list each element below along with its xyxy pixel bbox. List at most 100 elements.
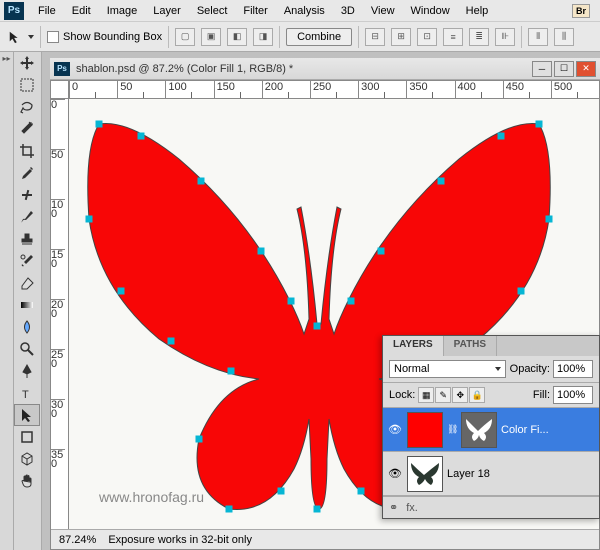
collapse-arrow-icon: ▸▸ bbox=[2, 54, 10, 63]
panel-collapse-bar[interactable]: ▸▸ bbox=[0, 52, 14, 550]
layer-row[interactable]: 👁 ⛓ Color Fi... bbox=[383, 408, 599, 452]
align-btn-6[interactable]: ⊪ bbox=[495, 28, 515, 46]
opacity-label: Opacity: bbox=[510, 363, 550, 375]
options-bar: Show Bounding Box ▢ ▣ ◧ ◨ Combine ⊟ ⊞ ⊡ … bbox=[0, 22, 600, 52]
divider bbox=[40, 26, 41, 48]
layers-panel: LAYERS PATHS Normal Opacity: 100% Lock: … bbox=[382, 335, 600, 519]
tool-move[interactable] bbox=[14, 52, 40, 74]
lock-pixels-icon[interactable]: ✎ bbox=[435, 387, 451, 403]
layers-footer: ⚭ fx. bbox=[383, 496, 599, 518]
tool-hand[interactable] bbox=[14, 470, 40, 492]
window-minimize-button[interactable]: ─ bbox=[532, 61, 552, 77]
layer-name[interactable]: Color Fi... bbox=[501, 424, 595, 436]
align-btn-3[interactable]: ⊡ bbox=[417, 28, 437, 46]
document-icon: Ps bbox=[54, 62, 70, 76]
dist-btn-1[interactable]: ⫴ bbox=[528, 28, 548, 46]
menu-layer[interactable]: Layer bbox=[145, 2, 189, 20]
align-btn-1[interactable]: ⊟ bbox=[365, 28, 385, 46]
watermark: www.hronofag.ru bbox=[99, 489, 204, 505]
opacity-input[interactable]: 100% bbox=[553, 360, 593, 378]
svg-text:T: T bbox=[22, 389, 29, 401]
fx-icon[interactable]: fx. bbox=[406, 502, 418, 514]
path-mode-btn-2[interactable]: ▣ bbox=[201, 28, 221, 46]
lock-transparency-icon[interactable]: ▦ bbox=[418, 387, 434, 403]
document-title: shablon.psd @ 87.2% (Color Fill 1, RGB/8… bbox=[76, 63, 532, 75]
fill-label: Fill: bbox=[533, 389, 550, 401]
window-close-button[interactable]: ✕ bbox=[576, 61, 596, 77]
link-layers-icon[interactable]: ⚭ bbox=[389, 501, 398, 514]
tool-heal[interactable] bbox=[14, 184, 40, 206]
path-mode-btn-1[interactable]: ▢ bbox=[175, 28, 195, 46]
checkbox-icon[interactable] bbox=[47, 31, 59, 43]
tool-preset-dropdown[interactable] bbox=[28, 35, 34, 39]
app-logo: Ps bbox=[4, 2, 24, 20]
align-btn-5[interactable]: ≣ bbox=[469, 28, 489, 46]
path-mode-btn-4[interactable]: ◨ bbox=[253, 28, 273, 46]
fill-input[interactable]: 100% bbox=[553, 386, 593, 404]
tool-history[interactable] bbox=[14, 250, 40, 272]
layer-name[interactable]: Layer 18 bbox=[447, 468, 595, 480]
tab-paths[interactable]: PATHS bbox=[444, 336, 497, 356]
visibility-toggle-icon[interactable]: 👁 bbox=[387, 466, 403, 482]
ruler-vertical[interactable]: 050100150200250300350 bbox=[51, 99, 69, 549]
visibility-toggle-icon[interactable]: 👁 bbox=[387, 422, 403, 438]
combine-button[interactable]: Combine bbox=[286, 28, 352, 46]
tool-brush[interactable] bbox=[14, 206, 40, 228]
tool-pen[interactable] bbox=[14, 360, 40, 382]
tool-gradient[interactable] bbox=[14, 294, 40, 316]
divider bbox=[521, 26, 522, 48]
menu-view[interactable]: View bbox=[363, 2, 403, 20]
bridge-button[interactable]: Br bbox=[572, 4, 590, 18]
lock-row: Lock: ▦ ✎ ✥ 🔒 Fill: 100% bbox=[383, 383, 599, 408]
layer-row[interactable]: 👁 Layer 18 bbox=[383, 452, 599, 496]
menu-image[interactable]: Image bbox=[99, 2, 146, 20]
mask-thumbnail[interactable] bbox=[461, 412, 497, 448]
document-titlebar[interactable]: Ps shablon.psd @ 87.2% (Color Fill 1, RG… bbox=[50, 58, 600, 80]
tool-eraser[interactable] bbox=[14, 272, 40, 294]
tab-layers[interactable]: LAYERS bbox=[383, 336, 444, 356]
blend-mode-select[interactable]: Normal bbox=[389, 360, 506, 378]
tool-crop[interactable] bbox=[14, 140, 40, 162]
menu-edit[interactable]: Edit bbox=[64, 2, 99, 20]
zoom-level[interactable]: 87.24% bbox=[59, 534, 96, 546]
show-bounding-box-option[interactable]: Show Bounding Box bbox=[47, 31, 162, 43]
tool-lasso[interactable] bbox=[14, 96, 40, 118]
layer-thumbnail[interactable] bbox=[407, 412, 443, 448]
status-info: Exposure works in 32-bit only bbox=[108, 534, 252, 546]
path-mode-btn-3[interactable]: ◧ bbox=[227, 28, 247, 46]
align-btn-2[interactable]: ⊞ bbox=[391, 28, 411, 46]
align-btn-4[interactable]: ≡ bbox=[443, 28, 463, 46]
current-tool-indicator[interactable] bbox=[8, 30, 22, 44]
tool-marquee[interactable] bbox=[14, 74, 40, 96]
menu-window[interactable]: Window bbox=[403, 2, 458, 20]
lock-label: Lock: bbox=[389, 389, 415, 401]
tool-eyedropper[interactable] bbox=[14, 162, 40, 184]
menu-3d[interactable]: 3D bbox=[333, 2, 363, 20]
link-icon[interactable]: ⛓ bbox=[447, 424, 457, 435]
panel-tabs: LAYERS PATHS bbox=[383, 336, 599, 356]
menubar: Ps File Edit Image Layer Select Filter A… bbox=[0, 0, 600, 22]
divider bbox=[358, 26, 359, 48]
ruler-corner bbox=[51, 81, 69, 99]
tool-blur[interactable] bbox=[14, 316, 40, 338]
tool-path-select[interactable] bbox=[14, 404, 40, 426]
tool-wand[interactable] bbox=[14, 118, 40, 140]
dist-btn-2[interactable]: ⫼ bbox=[554, 28, 574, 46]
tool-shape[interactable] bbox=[14, 426, 40, 448]
tool-type[interactable]: T bbox=[14, 382, 40, 404]
ruler-horizontal[interactable]: 050100150200250300350400450500 bbox=[69, 81, 599, 99]
dropdown-icon bbox=[495, 367, 501, 371]
menu-file[interactable]: File bbox=[30, 2, 64, 20]
window-maximize-button[interactable]: ☐ bbox=[554, 61, 574, 77]
lock-all-icon[interactable]: 🔒 bbox=[469, 387, 485, 403]
tool-dodge[interactable] bbox=[14, 338, 40, 360]
lock-position-icon[interactable]: ✥ bbox=[452, 387, 468, 403]
layer-thumbnail[interactable] bbox=[407, 456, 443, 492]
tool-3d[interactable] bbox=[14, 448, 40, 470]
menu-select[interactable]: Select bbox=[189, 2, 236, 20]
toolbox: T bbox=[14, 52, 42, 550]
menu-help[interactable]: Help bbox=[458, 2, 497, 20]
tool-stamp[interactable] bbox=[14, 228, 40, 250]
menu-filter[interactable]: Filter bbox=[235, 2, 275, 20]
menu-analysis[interactable]: Analysis bbox=[276, 2, 333, 20]
